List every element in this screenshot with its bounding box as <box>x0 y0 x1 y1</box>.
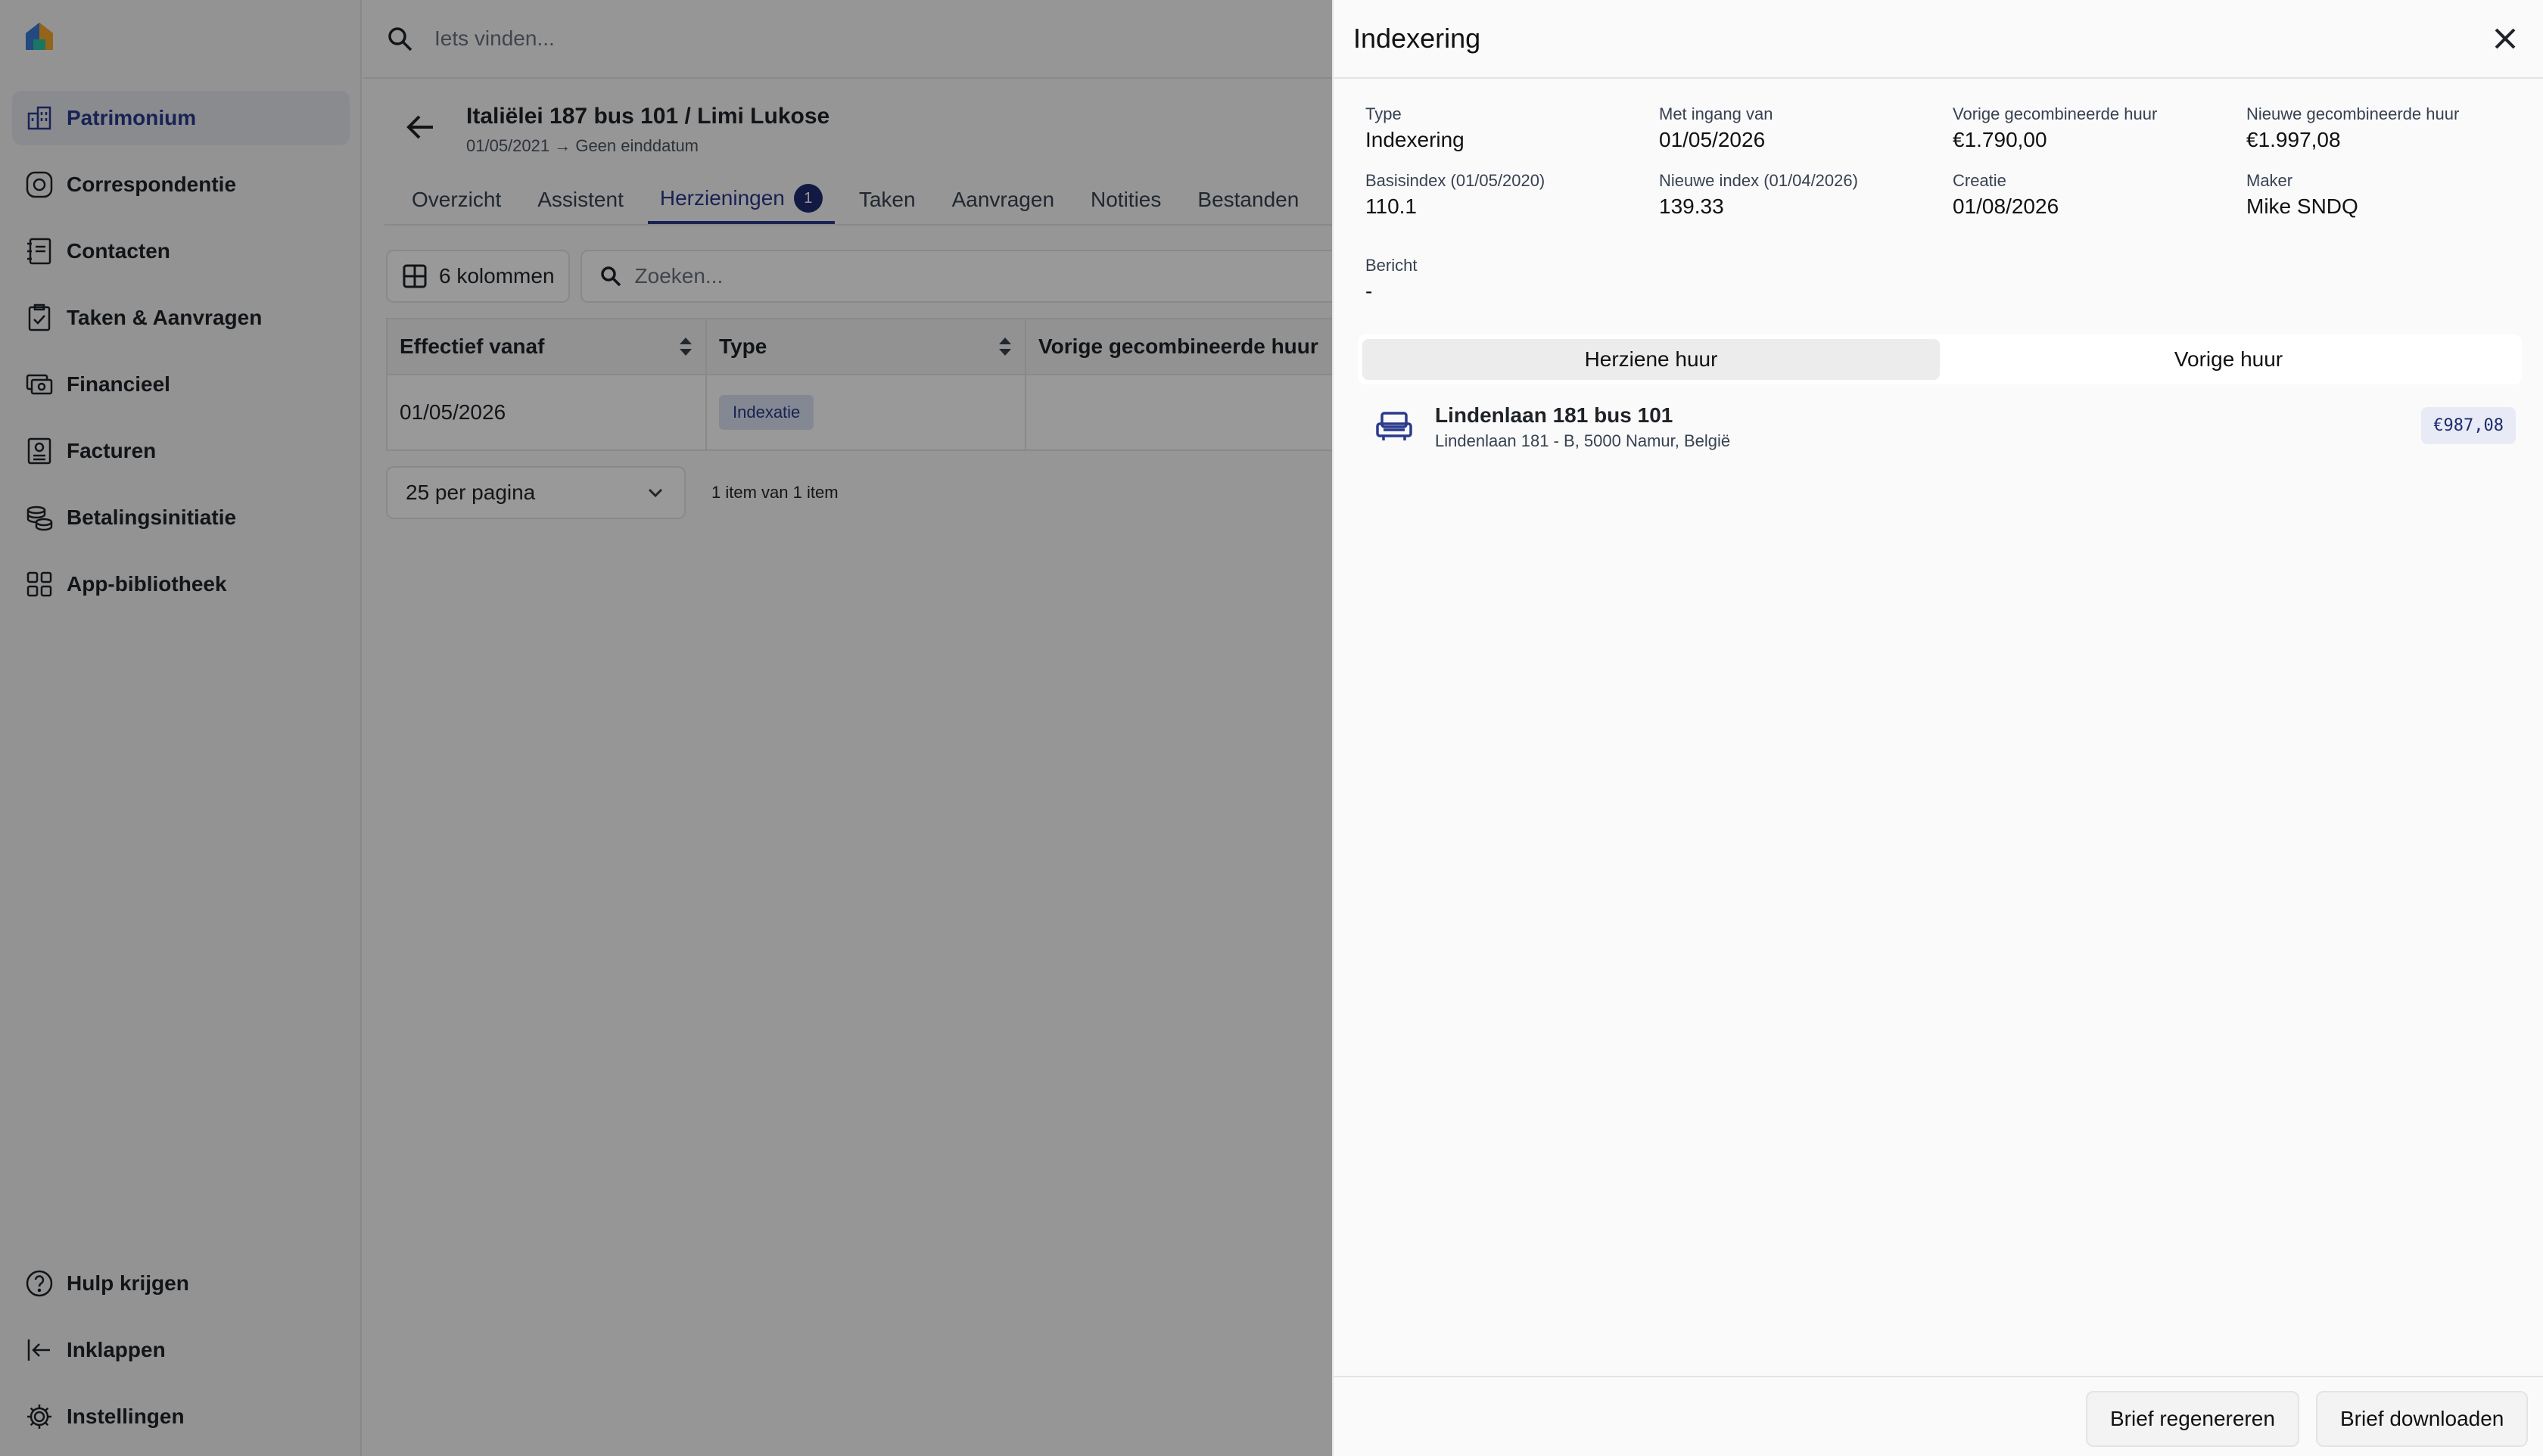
field-type: Type Indexering <box>1365 103 1464 154</box>
field-value: 01/08/2026 <box>1953 194 2059 218</box>
field-label: Type <box>1365 104 1402 123</box>
drawer-title: Indexering <box>1353 23 1481 54</box>
field-label: Vorige gecombineerde huur <box>1953 104 2158 123</box>
field-met-ingang-van: Met ingang van 01/05/2026 <box>1659 103 1773 154</box>
sofa-icon <box>1376 412 1412 440</box>
unit-list-item[interactable]: Lindenlaan 181 bus 101 Lindenlaan 181 - … <box>1373 395 2522 459</box>
field-vorige-huur: Vorige gecombineerde huur €1.790,00 <box>1953 103 2157 154</box>
drawer-footer: Brief regenereren Brief downloaden <box>1334 1376 2543 1456</box>
field-maker: Maker Mike SNDQ <box>2246 170 2358 221</box>
field-value: €1.790,00 <box>1953 128 2047 151</box>
field-value: 110.1 <box>1365 194 1417 218</box>
download-letter-button[interactable]: Brief downloaden <box>2316 1391 2529 1447</box>
field-label: Nieuwe gecombineerde huur <box>2246 104 2460 123</box>
field-label: Met ingang van <box>1659 104 1773 123</box>
unit-amount-badge: €987,08 <box>2421 407 2516 444</box>
field-basisindex: Basisindex (01/05/2020) 110.1 <box>1365 170 1545 221</box>
toggle-herziene-huur[interactable]: Herziene huur <box>1362 339 1940 380</box>
field-value: - <box>1365 279 1373 303</box>
drawer-header: Indexering <box>1334 0 2543 79</box>
toggle-vorige-huur[interactable]: Vorige huur <box>1940 339 2517 380</box>
field-nieuwe-huur: Nieuwe gecombineerde huur €1.997,08 <box>2246 103 2459 154</box>
indexering-drawer: Indexering Type Indexering Met ingang va… <box>1332 0 2543 1456</box>
field-creatie: Creatie 01/08/2026 <box>1953 170 2059 221</box>
field-bericht: Bericht - <box>1365 254 1417 306</box>
field-label: Bericht <box>1365 256 1418 275</box>
unit-address: Lindenlaan 181 - B, 5000 Namur, België <box>1435 431 1731 450</box>
close-icon[interactable] <box>2487 20 2523 57</box>
unit-text: Lindenlaan 181 bus 101 Lindenlaan 181 - … <box>1435 401 1730 453</box>
field-label: Maker <box>2246 171 2293 190</box>
field-value: 01/05/2026 <box>1659 128 1766 151</box>
field-value: 139.33 <box>1659 194 1724 218</box>
regenerate-letter-button[interactable]: Brief regenereren <box>2086 1391 2299 1447</box>
field-value: Indexering <box>1365 128 1464 151</box>
field-value: €1.997,08 <box>2246 128 2341 151</box>
field-nieuwe-index: Nieuwe index (01/04/2026) 139.33 <box>1659 170 1858 221</box>
field-label: Nieuwe index (01/04/2026) <box>1659 171 1858 190</box>
field-label: Basisindex (01/05/2020) <box>1365 171 1545 190</box>
rent-view-toggle: Herziene huur Vorige huur <box>1358 334 2522 384</box>
field-value: Mike SNDQ <box>2246 194 2358 218</box>
field-label: Creatie <box>1953 171 2006 190</box>
modal-backdrop[interactable] <box>0 0 1332 1456</box>
unit-name: Lindenlaan 181 bus 101 <box>1435 403 1673 427</box>
